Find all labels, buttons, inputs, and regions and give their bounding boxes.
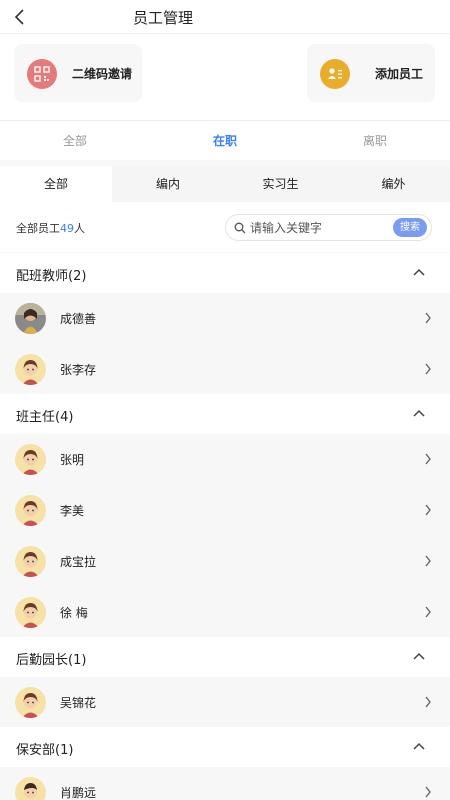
chevron-up-icon[interactable] (412, 741, 426, 751)
staff-name: 肖鹏远 (60, 786, 97, 800)
group-name: 保安部(1) (16, 743, 74, 758)
staff-row[interactable]: 肖鹏远 (0, 767, 450, 800)
staff-row[interactable]: 张明 (0, 434, 450, 485)
staff-row[interactable]: 成德善 (0, 293, 450, 344)
summary-bar: 全部员工49人 搜索 (0, 202, 450, 252)
add-staff-label: 添加员工 (375, 67, 424, 81)
staff-row[interactable]: 吴锦花 (0, 677, 450, 728)
search-box: 搜索 (225, 214, 432, 241)
avatar (15, 546, 46, 577)
tab-employed[interactable]: 在职 (213, 132, 237, 149)
staff-name: 张李存 (60, 363, 97, 377)
staff-name: 吴锦花 (60, 696, 97, 710)
search-button[interactable]: 搜索 (393, 218, 427, 237)
tab-contract[interactable]: 编外 (337, 166, 450, 202)
status-tabs: 全部 在职 离职 (0, 120, 450, 160)
chevron-right-icon (425, 555, 431, 567)
staff-row[interactable]: 成宝拉 (0, 536, 450, 587)
employment-type-tabs: 全部 编内 实习生 编外 (0, 166, 450, 202)
chevron-right-icon (425, 696, 431, 708)
staff-name: 成宝拉 (60, 555, 97, 569)
add-staff-button[interactable]: 添加员工 (307, 44, 435, 102)
group-header[interactable]: 保安部(1) (0, 727, 450, 767)
search-icon (234, 222, 246, 234)
avatar (15, 687, 46, 718)
qr-invite-label: 二维码邀请 (72, 67, 133, 81)
staff-name: 成德善 (60, 312, 97, 326)
staff-row[interactable]: 张李存 (0, 344, 450, 395)
chevron-up-icon[interactable] (412, 651, 426, 661)
tab-all-status[interactable]: 全部 (63, 132, 87, 149)
staff-row[interactable]: 徐 梅 (0, 587, 450, 638)
group-name: 配班教师(2) (16, 269, 87, 284)
avatar (15, 495, 46, 526)
back-icon[interactable] (12, 8, 28, 26)
chevron-right-icon (425, 786, 431, 798)
avatar (15, 354, 46, 385)
group-header[interactable]: 后勤园长(1) (0, 637, 450, 677)
qr-code-icon (27, 59, 57, 89)
avatar (15, 777, 46, 800)
group-header[interactable]: 配班教师(2) (0, 253, 450, 293)
chevron-up-icon[interactable] (412, 267, 426, 277)
avatar (15, 303, 46, 334)
chevron-up-icon[interactable] (412, 408, 426, 418)
staff-name: 徐 梅 (60, 606, 88, 620)
chevron-right-icon (425, 453, 431, 465)
tab-all-types[interactable]: 全部 (0, 166, 112, 202)
search-input[interactable] (250, 219, 390, 237)
staff-row[interactable]: 李美 (0, 485, 450, 536)
tab-resigned[interactable]: 离职 (363, 132, 387, 149)
chevron-right-icon (425, 312, 431, 324)
chevron-right-icon (425, 504, 431, 516)
group-name: 后勤园长(1) (16, 653, 87, 668)
chevron-right-icon (425, 363, 431, 375)
staff-name: 李美 (60, 504, 85, 518)
avatar (15, 597, 46, 628)
avatar (15, 444, 46, 475)
quick-actions: 二维码邀请 添加员工 (0, 34, 450, 120)
qr-invite-button[interactable]: 二维码邀请 (14, 44, 142, 102)
group-name: 班主任(4) (16, 410, 74, 425)
staff-name: 张明 (60, 453, 85, 467)
chevron-right-icon (425, 606, 431, 618)
nav-bar: 员工管理 (0, 0, 450, 34)
page-title: 员工管理 (133, 9, 194, 27)
add-user-icon (320, 59, 350, 89)
group-header[interactable]: 班主任(4) (0, 394, 450, 434)
tab-intern[interactable]: 实习生 (224, 166, 337, 202)
tab-regular[interactable]: 编内 (112, 166, 224, 202)
staff-count: 全部员工49人 (16, 222, 85, 235)
